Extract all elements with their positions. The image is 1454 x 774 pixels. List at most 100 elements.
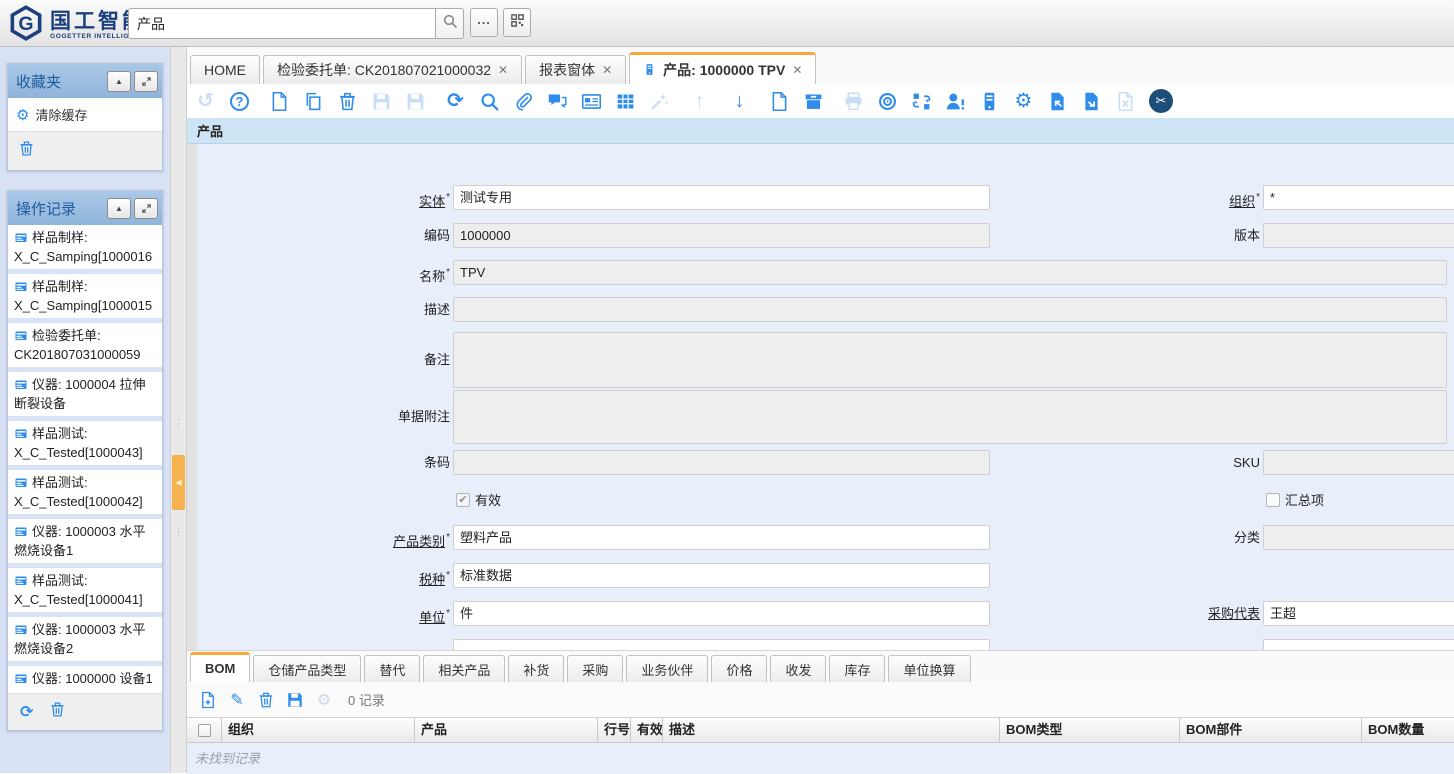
select-all-column[interactable]: [187, 718, 222, 742]
detail-tab-purchasing[interactable]: 采购: [567, 655, 623, 682]
select-all-checkbox[interactable]: [198, 724, 211, 737]
refresh-icon[interactable]: ⟳: [20, 702, 33, 722]
clipped-field[interactable]: [453, 639, 990, 650]
field-label-entity[interactable]: 实体*: [280, 185, 450, 214]
history-item[interactable]: 样品制样: X_C_Samping[1000015: [8, 274, 162, 318]
splitter-collapse-handle[interactable]: ◀: [172, 455, 185, 510]
history-item[interactable]: 仪器: 1000003 水平燃烧设备2: [8, 617, 162, 661]
history-expand-button[interactable]: [134, 198, 158, 219]
tax-type-field[interactable]: 标准数据: [453, 563, 990, 588]
history-item[interactable]: 样品测试: X_C_Tested[1000043]: [8, 421, 162, 465]
search-icon[interactable]: [479, 91, 500, 112]
delete-row-icon[interactable]: [257, 691, 275, 709]
purchase-rep-field[interactable]: 王超: [1263, 601, 1454, 626]
tab-product-active[interactable]: 产品: 1000000 TPV ✕: [629, 52, 816, 84]
tab-report-window[interactable]: 报表窗体 ✕: [525, 55, 626, 84]
search-button[interactable]: [435, 8, 464, 39]
column-header-bom-part[interactable]: BOM部件: [1180, 718, 1362, 742]
settings-gear-icon[interactable]: ⚙: [1013, 91, 1034, 112]
history-item[interactable]: 仪器: 1000003 水平燃烧设备1: [8, 519, 162, 563]
delete-record-icon[interactable]: [337, 91, 358, 112]
clear-cache-item[interactable]: ⚙ 清除缓存: [8, 98, 162, 131]
detail-tab-price[interactable]: 价格: [711, 655, 767, 682]
detail-tab-replenishment[interactable]: 补货: [508, 655, 564, 682]
field-label-product-category[interactable]: 产品类别*: [280, 525, 450, 554]
column-header-line-no[interactable]: 行号: [598, 718, 631, 742]
archive-icon[interactable]: [803, 91, 824, 112]
refresh-icon[interactable]: ⟳: [445, 91, 466, 112]
shortcut-scissors-icon[interactable]: ✂: [1149, 89, 1173, 113]
product-category-field[interactable]: 塑料产品: [453, 525, 990, 550]
trash-icon[interactable]: [18, 140, 35, 162]
detail-tab-unit-conversion[interactable]: 单位换算: [888, 655, 970, 682]
export-file-icon[interactable]: [1047, 91, 1068, 112]
user-alert-icon[interactable]: [945, 91, 966, 112]
trash-icon[interactable]: [49, 701, 66, 723]
grid-view-icon[interactable]: [615, 91, 636, 112]
history-item[interactable]: 仪器: 1000004 拉伸断裂设备: [8, 372, 162, 416]
barcode-field: [453, 450, 990, 475]
detail-tab-inventory[interactable]: 库存: [829, 655, 885, 682]
field-label-code: 编码: [280, 223, 450, 248]
close-icon[interactable]: ✕: [602, 63, 612, 77]
close-icon[interactable]: ✕: [792, 63, 802, 77]
more-options-button[interactable]: ...: [470, 8, 498, 37]
detail-tab-business-partner[interactable]: 业务伙伴: [626, 655, 708, 682]
card-view-icon[interactable]: [581, 91, 602, 112]
history-item[interactable]: 样品制样: X_C_Samping[1000016: [8, 225, 162, 269]
comments-icon[interactable]: [547, 91, 568, 112]
detail-tab-substitute[interactable]: 替代: [364, 655, 420, 682]
app-grid-button[interactable]: [503, 8, 531, 37]
column-header-product[interactable]: 产品: [415, 718, 598, 742]
close-icon[interactable]: ✕: [498, 63, 508, 77]
history-item[interactable]: 样品测试: X_C_Tested[1000041]: [8, 568, 162, 612]
detail-tab-bom[interactable]: BOM: [190, 652, 250, 682]
field-label-barcode: 条码: [280, 450, 450, 475]
favorites-collapse-button[interactable]: ▲: [107, 71, 131, 92]
history-item[interactable]: 检验委托单: CK201807031000059: [8, 323, 162, 367]
sidebar-splitter[interactable]: ⋮ ◀ ⋮: [170, 47, 187, 773]
column-header-org[interactable]: 组织: [222, 718, 415, 742]
field-label-unit[interactable]: 单位*: [280, 601, 450, 630]
field-label-purchase-rep[interactable]: 采购代表: [1090, 601, 1260, 626]
field-label-org[interactable]: 组织*: [1090, 185, 1260, 214]
data-transfer-icon[interactable]: [911, 91, 932, 112]
favorites-expand-button[interactable]: [134, 71, 158, 92]
save-row-icon[interactable]: [286, 691, 304, 709]
move-up-icon: ↑: [689, 91, 710, 112]
copy-record-icon[interactable]: [303, 91, 324, 112]
tab-inspection-order[interactable]: 检验委托单: CK201807021000032 ✕: [263, 55, 522, 84]
detail-tab-related-products[interactable]: 相关产品: [423, 655, 505, 682]
field-label-sku: SKU: [1090, 450, 1260, 475]
edit-row-icon[interactable]: ✎: [228, 691, 246, 709]
detail-tab-warehouse-product-type[interactable]: 仓储产品类型: [253, 655, 361, 682]
org-field[interactable]: *: [1263, 185, 1454, 210]
import-file-icon[interactable]: [1081, 91, 1102, 112]
add-row-icon[interactable]: [199, 691, 217, 709]
classification-field: [1263, 525, 1454, 550]
device-icon[interactable]: [979, 91, 1000, 112]
global-search-input[interactable]: [128, 8, 435, 39]
clipped-field[interactable]: [1263, 639, 1454, 650]
attachment-icon[interactable]: [513, 91, 534, 112]
workflow-target-icon[interactable]: [877, 91, 898, 112]
help-icon[interactable]: ?: [229, 91, 250, 112]
field-label-tax-type[interactable]: 税种*: [280, 563, 450, 592]
detail-tab-receipt-dispatch[interactable]: 收发: [770, 655, 826, 682]
column-header-description[interactable]: 描述: [663, 718, 1000, 742]
entity-field[interactable]: 测试专用: [453, 185, 990, 210]
history-item[interactable]: 仪器: 1000000 设备1: [8, 666, 162, 693]
pdf-export-icon[interactable]: [769, 91, 790, 112]
history-item[interactable]: 样品测试: X_C_Tested[1000042]: [8, 470, 162, 514]
move-down-icon[interactable]: ↓: [729, 91, 750, 112]
unit-field[interactable]: 件: [453, 601, 990, 626]
column-header-bom-qty[interactable]: BOM数量: [1362, 718, 1454, 742]
column-header-active[interactable]: 有效: [631, 718, 663, 742]
tab-home[interactable]: HOME: [190, 55, 260, 84]
history-panel: 操作记录 ▲ 样品制样: X_C_Samping[1000016 样品制样: X…: [7, 190, 163, 731]
history-collapse-button[interactable]: ▲: [107, 198, 131, 219]
summary-item-checkbox[interactable]: [1266, 493, 1280, 507]
column-header-bom-type[interactable]: BOM类型: [1000, 718, 1180, 742]
new-record-icon[interactable]: [269, 91, 290, 112]
qr-grid-icon: [510, 13, 525, 33]
